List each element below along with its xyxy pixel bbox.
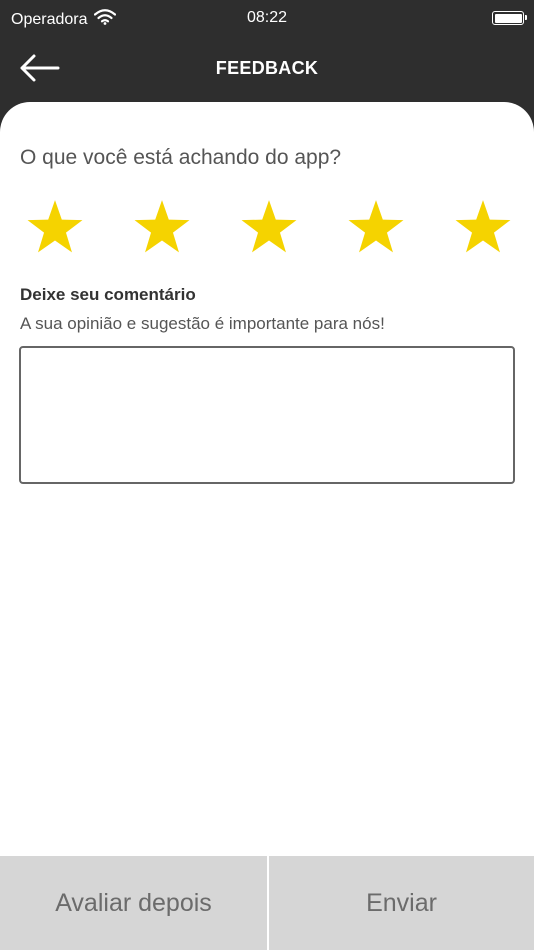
battery-icon: [492, 11, 527, 25]
nav-bar: FEEDBACK: [0, 38, 534, 102]
feedback-content: O que você está achando do app? Deixe se…: [0, 102, 534, 856]
footer-actions: Avaliar depois Enviar: [0, 856, 534, 950]
star-rating: [22, 196, 516, 262]
comment-input[interactable]: [19, 346, 515, 484]
comment-label: Deixe seu comentário: [20, 285, 196, 304]
rate-later-button[interactable]: Avaliar depois: [0, 856, 267, 950]
rating-question: O que você está achando do app?: [20, 146, 342, 169]
send-button[interactable]: Enviar: [269, 856, 534, 950]
battery-tip: [525, 15, 527, 20]
status-time: 08:22: [246, 9, 288, 26]
status-bar: Operadora 08:22: [0, 0, 534, 38]
page-title: FEEDBACK: [215, 58, 319, 78]
star-icon-3[interactable]: [236, 196, 302, 262]
star-icon-4[interactable]: [343, 196, 409, 262]
comment-hint: A sua opinião e sugestão é importante pa…: [20, 314, 385, 333]
star-icon-1[interactable]: [22, 196, 88, 262]
star-icon-5[interactable]: [450, 196, 516, 262]
battery-fill: [494, 13, 522, 23]
star-icon-2[interactable]: [129, 196, 195, 262]
